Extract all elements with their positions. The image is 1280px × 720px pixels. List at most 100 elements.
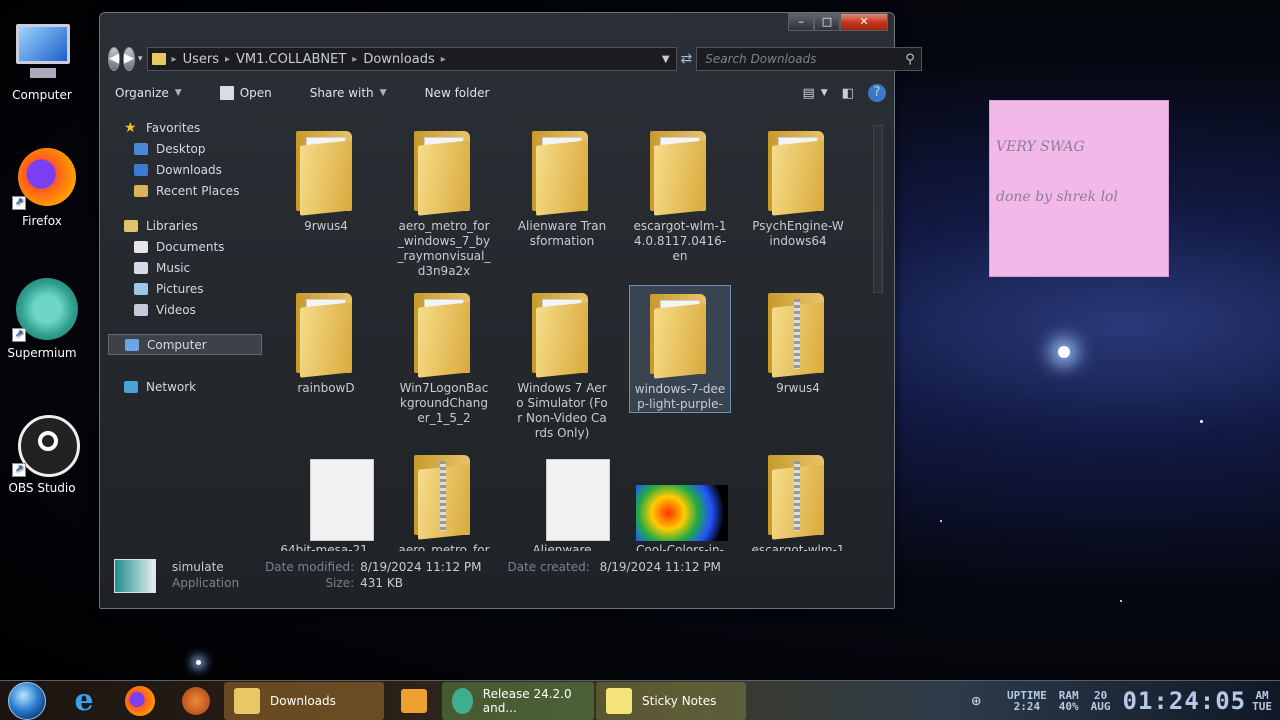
back-button[interactable]: ◀	[108, 47, 120, 71]
file-item[interactable]: Alienware	[511, 447, 613, 551]
taskbar-pin-media[interactable]	[168, 682, 224, 720]
refresh-icon[interactable]: ⇄	[681, 51, 693, 67]
chevron-right-icon[interactable]: ▸	[352, 54, 357, 65]
preview-pane-icon[interactable]: ◧	[842, 86, 854, 101]
file-name-label: PsychEngine-Windows64	[752, 219, 844, 248]
desktop-icon-computer[interactable]: Computer	[0, 20, 84, 102]
breadcrumb-users[interactable]: Users	[183, 52, 219, 67]
folder-item[interactable]: rainbowD	[275, 285, 377, 396]
share-with-label: Share with	[309, 86, 374, 100]
file-item[interactable]: 64bit-mesa-21.0.	[275, 447, 377, 551]
nav-documents[interactable]: Documents	[108, 236, 260, 257]
zip-file-item[interactable]: aero_metro_for_	[393, 447, 495, 551]
taskbar-task-release[interactable]: Release 24.2.0 and...	[442, 681, 594, 720]
date-month: AUG	[1090, 699, 1111, 713]
vertical-scrollbar[interactable]	[872, 111, 884, 551]
nav-desktop[interactable]: Desktop	[108, 138, 260, 159]
open-button[interactable]: Open	[213, 86, 279, 100]
chevron-right-icon[interactable]: ▸	[441, 54, 446, 65]
change-view-icon[interactable]: ▤	[802, 86, 814, 101]
desktop-icon-supermium[interactable]: ↗ Supermium	[0, 278, 84, 360]
share-with-button[interactable]: Share with ▼	[303, 86, 394, 100]
breadcrumb-downloads[interactable]: Downloads	[363, 52, 434, 67]
videos-icon	[134, 303, 148, 316]
taskbar-pin-internet-explorer[interactable]: e	[56, 682, 112, 720]
nav-recent-places[interactable]: Recent Places	[108, 180, 260, 201]
nav-pictures[interactable]: Pictures	[108, 278, 260, 299]
folder-item[interactable]: Alienware Transformation	[511, 123, 613, 249]
nav-libraries[interactable]: Libraries	[108, 215, 260, 236]
supermium-icon	[452, 687, 473, 714]
taskbar-pin-media-player[interactable]	[386, 682, 442, 720]
pictures-icon	[134, 282, 148, 295]
folder-icon	[234, 687, 260, 714]
folder-item[interactable]: Windows 7 Aero Simulator (For Non-Video …	[511, 285, 613, 441]
start-button[interactable]	[8, 681, 46, 720]
open-label: Open	[239, 86, 272, 100]
taskbar-task-sticky-notes[interactable]: Sticky Notes	[596, 681, 746, 720]
zip-file-item[interactable]: 9rwus4	[747, 285, 849, 396]
nav-label: Libraries	[146, 218, 198, 233]
shortcut-arrow-icon: ↗	[12, 196, 26, 210]
shortcut-arrow-icon: ↗	[12, 463, 26, 477]
close-button[interactable]: ✕	[840, 13, 888, 31]
application-icon	[219, 86, 234, 100]
star	[1200, 420, 1203, 423]
chevron-down-icon[interactable]: ▼	[662, 54, 670, 65]
chevron-down-icon: ▼	[379, 88, 387, 98]
folder-item[interactable]: aero_metro_for_windows_7_by_raymonvisual…	[393, 123, 495, 279]
nav-music[interactable]: Music	[108, 257, 260, 278]
desktop-icon-firefox[interactable]: ↗ Firefox	[0, 146, 84, 228]
nav-label: Videos	[156, 302, 196, 317]
task-label: Downloads	[270, 693, 336, 708]
weekday: TUE	[1252, 699, 1272, 713]
scrollbar-thumb[interactable]	[873, 125, 883, 293]
minimize-button[interactable]: –	[788, 13, 814, 31]
help-icon[interactable]: ?	[868, 84, 886, 102]
forward-button[interactable]: ▶	[123, 47, 135, 71]
taskbar-pin-firefox[interactable]	[112, 682, 168, 720]
chevron-down-icon: ▼	[174, 88, 182, 98]
address-bar[interactable]: ▸ Users ▸ VM1.COLLABNET ▸ Downloads ▸ ▼	[146, 47, 677, 71]
desktop-icon-obs-studio[interactable]: ↗ OBS Studio	[0, 413, 84, 495]
nav-network[interactable]: Network	[108, 376, 260, 397]
taskbar-task-downloads[interactable]: Downloads	[224, 681, 384, 720]
search-input[interactable]	[705, 52, 906, 66]
desktop-icon-label: OBS Studio	[8, 481, 76, 495]
image-file-item[interactable]: Cool-Colors-in-S	[629, 447, 731, 551]
nav-downloads[interactable]: Downloads	[108, 159, 260, 180]
date-readout[interactable]: 20 AUG	[1091, 690, 1111, 712]
date-created-value: 8/19/2024 11:12 PM	[599, 560, 721, 574]
libraries-icon	[124, 219, 138, 232]
chevron-down-icon[interactable]: ▼	[821, 88, 828, 98]
ampm-readout: AM TUE	[1252, 690, 1272, 712]
folder-icon	[512, 123, 612, 219]
recent-pages-dropdown[interactable]: ▾	[138, 54, 143, 64]
tray-settings-icon[interactable]: ⊕	[971, 691, 981, 710]
breadcrumb-user[interactable]: VM1.COLLABNET	[236, 52, 346, 67]
navigation-pane: ★ Favorites Desktop Downloads Recent Pla…	[108, 111, 262, 551]
nav-videos[interactable]: Videos	[108, 299, 260, 320]
maximize-button[interactable]: □	[814, 13, 840, 31]
folder-item[interactable]: escargot-wlm-14.0.8117.0416-en	[629, 123, 731, 264]
folder-item[interactable]: windows-7-deep-light-purple-	[629, 285, 731, 413]
task-label: Sticky Notes	[642, 693, 717, 708]
details-name-col: simulate Application	[172, 559, 239, 591]
search-icon[interactable]: ⚲	[905, 52, 915, 67]
nav-favorites[interactable]: ★ Favorites	[108, 117, 260, 138]
clock[interactable]: 01:24:05	[1123, 687, 1247, 715]
zip-file-item[interactable]: escargot-wlm-14.	[747, 447, 849, 551]
explorer-window: – □ ✕ ◀ ▶ ▾ ▸ Users ▸ VM1.COLLABNET ▸ Do…	[99, 12, 922, 609]
task-label: Release 24.2.0 and...	[482, 686, 572, 715]
sticky-note[interactable]: VERY SWAG done by shrek lol	[989, 100, 1169, 277]
chevron-right-icon[interactable]: ▸	[225, 54, 230, 65]
file-name-label: Alienware	[532, 543, 592, 551]
new-folder-button[interactable]: New folder	[418, 86, 497, 100]
organize-button[interactable]: Organize ▼	[108, 86, 189, 100]
folder-item[interactable]: Win7LogonBackgroundChanger_1_5_2	[393, 285, 495, 426]
search-box[interactable]: ⚲	[696, 47, 922, 71]
nav-computer[interactable]: Computer	[108, 334, 262, 355]
folder-item[interactable]: 9rwus4	[275, 123, 377, 234]
taskbar: e Downloads Release 24.2.0 and... Sticky…	[0, 680, 1280, 720]
folder-item[interactable]: PsychEngine-Windows64	[747, 123, 849, 249]
